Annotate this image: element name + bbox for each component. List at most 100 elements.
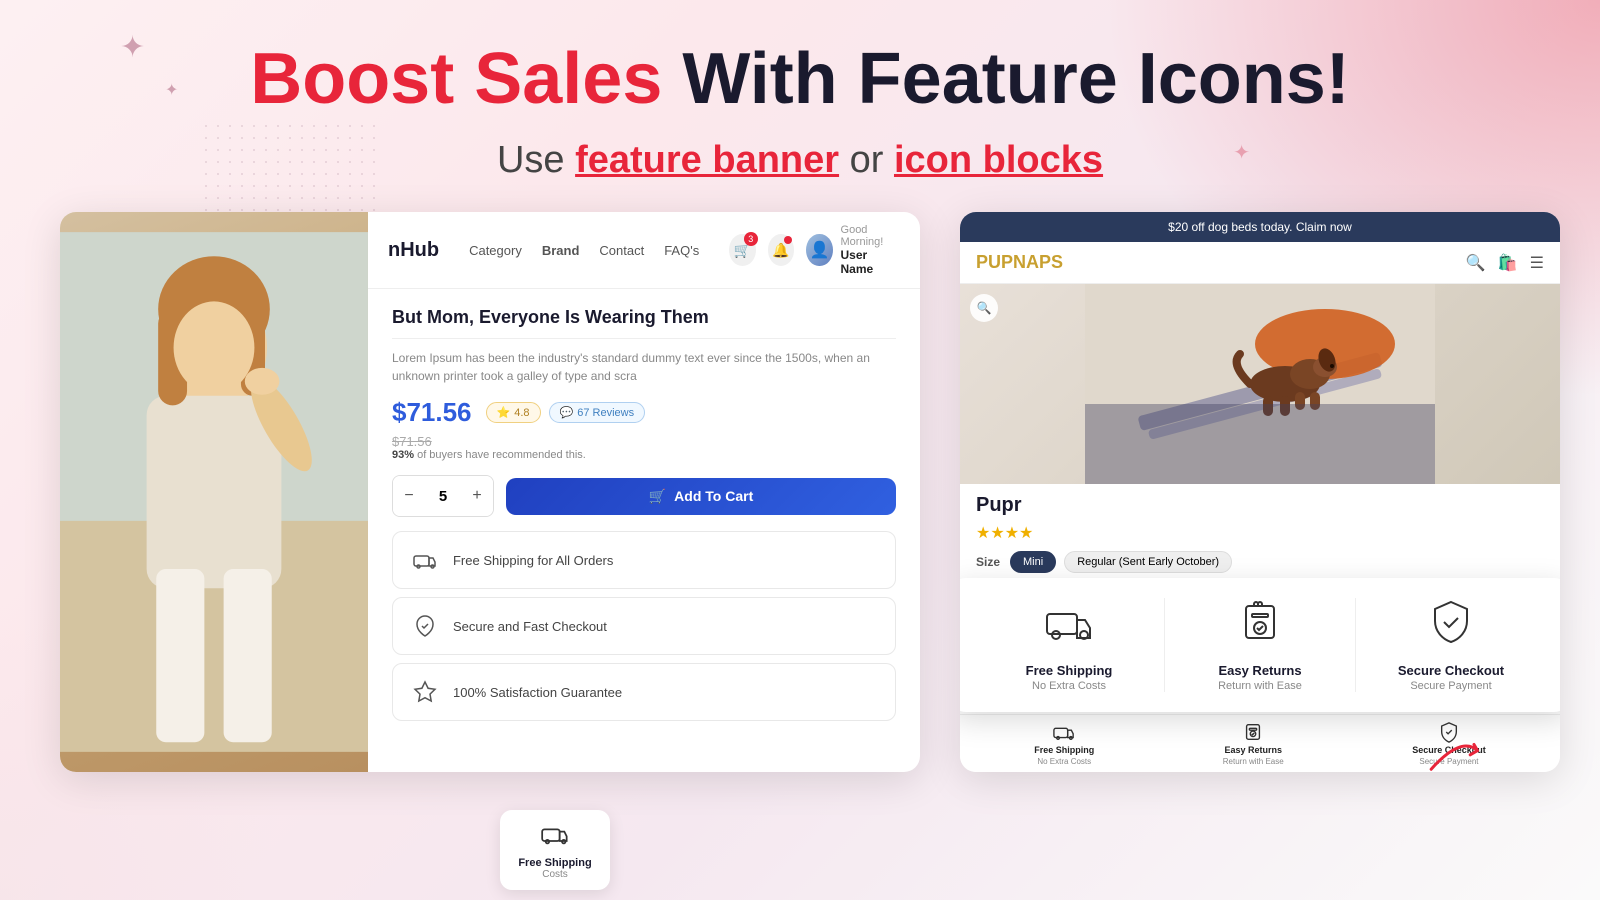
product-description: Lorem Ipsum has been the industry's stan… bbox=[392, 349, 896, 385]
feature-guarantee: 100% Satisfaction Guarantee bbox=[392, 663, 896, 721]
mockup-navbar: nHub Category Brand Contact FAQ's 🛒 3 🔔 bbox=[368, 212, 920, 289]
nav-brand[interactable]: Brand bbox=[542, 243, 580, 258]
bottom-shipping: Free Shipping No Extra Costs bbox=[1034, 721, 1094, 766]
nav-faqs[interactable]: FAQ's bbox=[664, 243, 699, 258]
title-dark: With Feature Icons! bbox=[682, 39, 1349, 119]
shipping-icon bbox=[407, 542, 443, 578]
subtitle: Use feature banner or icon blocks bbox=[0, 139, 1600, 182]
cart-button[interactable]: 🛒 3 bbox=[729, 234, 756, 266]
quantity-control: − 5 + bbox=[392, 475, 494, 517]
pupnaps-rating-stars: ★★★★ bbox=[976, 523, 1544, 543]
zoom-button[interactable]: 🔍 bbox=[970, 294, 998, 322]
chat-icon: 💬 bbox=[560, 406, 574, 419]
bottom-block-shipping: Free Shipping Costs bbox=[500, 810, 610, 890]
size-mini-button[interactable]: Mini bbox=[1010, 551, 1056, 573]
product-image bbox=[60, 212, 368, 772]
secure-big-icon bbox=[1427, 598, 1475, 655]
bottom-returns-sub: Return with Ease bbox=[1223, 757, 1284, 766]
feature-icon-block: Free Shipping No Extra Costs Easy Return… bbox=[960, 578, 1560, 712]
shipping-text: Free Shipping for All Orders bbox=[453, 553, 613, 568]
user-info: Good Morning! User Name bbox=[841, 224, 900, 276]
qty-cart-row: − 5 + 🛒 Add To Cart bbox=[392, 475, 896, 517]
product-detail-side: nHub Category Brand Contact FAQ's 🛒 3 🔔 bbox=[368, 212, 920, 772]
size-section: Size Mini Regular (Sent Early October) bbox=[976, 551, 1544, 573]
qty-increase-button[interactable]: + bbox=[461, 476, 493, 516]
product-title: But Mom, Everyone Is Wearing Them bbox=[392, 307, 896, 328]
bottom-block-shipping-title: Free Shipping bbox=[514, 857, 596, 869]
person-image-placeholder bbox=[60, 212, 368, 772]
product-divider bbox=[392, 338, 896, 339]
checkout-text: Secure and Fast Checkout bbox=[453, 619, 607, 634]
nav-category[interactable]: Category bbox=[469, 243, 522, 258]
price-badges: ⭐ 4.8 💬 67 Reviews bbox=[486, 402, 646, 423]
user-avatar: 👤 bbox=[806, 234, 832, 266]
header-section: Boost Sales With Feature Icons! Use feat… bbox=[0, 0, 1600, 212]
size-regular-button[interactable]: Regular (Sent Early October) bbox=[1064, 551, 1232, 573]
feature-col-returns: Easy Returns Return with Ease bbox=[1164, 598, 1355, 692]
returns-title: Easy Returns bbox=[1218, 663, 1301, 678]
notification-dot bbox=[784, 236, 792, 244]
dog-image bbox=[960, 284, 1560, 484]
size-label: Size bbox=[976, 555, 1000, 569]
cart-badge: 3 bbox=[744, 232, 758, 246]
pupnaps-nav-icons: 🔍 🛍️ ☰ bbox=[1466, 253, 1544, 273]
notification-bell[interactable]: 🔔 bbox=[768, 234, 795, 266]
content-area: nHub Category Brand Contact FAQ's 🛒 3 🔔 bbox=[0, 212, 1600, 772]
right-mockup: $20 off dog beds today. Claim now PUPNAP… bbox=[960, 212, 1560, 772]
qty-value: 5 bbox=[425, 476, 461, 516]
shipping-big-icon bbox=[1045, 598, 1093, 655]
pupnaps-nav: PUPNAPS 🔍 🛍️ ☰ bbox=[960, 242, 1560, 284]
bottom-shipping-sub: No Extra Costs bbox=[1037, 757, 1091, 766]
star-icon: ⭐ bbox=[497, 406, 511, 419]
pupnaps-product-image: 🔍 bbox=[960, 284, 1560, 484]
rating-badge: ⭐ 4.8 bbox=[486, 402, 541, 423]
review-badge: 💬 67 Reviews bbox=[549, 402, 646, 423]
returns-sub: Return with Ease bbox=[1218, 680, 1302, 692]
returns-big-icon bbox=[1236, 598, 1284, 655]
recommend-text: 93% of buyers have recommended this. bbox=[392, 449, 896, 461]
user-profile[interactable]: 👤 Good Morning! User Name bbox=[806, 224, 900, 276]
pupnaps-logo: PUPNAPS bbox=[976, 252, 1466, 273]
old-price: $71.56 bbox=[392, 434, 896, 449]
feature-col-shipping: Free Shipping No Extra Costs bbox=[974, 598, 1164, 692]
nav-links: Category Brand Contact FAQ's bbox=[469, 243, 699, 258]
guarantee-icon bbox=[407, 674, 443, 710]
main-title: Boost Sales With Feature Icons! bbox=[0, 40, 1600, 119]
current-price: $71.56 bbox=[392, 397, 472, 428]
menu-icon[interactable]: ☰ bbox=[1530, 253, 1544, 273]
user-greeting: Good Morning! bbox=[841, 224, 900, 248]
checkout-icon bbox=[407, 608, 443, 644]
cart-icon: 🛒 bbox=[649, 488, 666, 505]
feature-checkout: Secure and Fast Checkout bbox=[392, 597, 896, 655]
bottom-returns: Easy Returns Return with Ease bbox=[1223, 721, 1284, 766]
size-options: Mini Regular (Sent Early October) bbox=[1010, 551, 1232, 573]
bottom-block-shipping-sub: Costs bbox=[514, 869, 596, 880]
secure-title: Secure Checkout bbox=[1398, 663, 1504, 678]
secure-sub: Secure Payment bbox=[1410, 680, 1491, 692]
user-name: User Name bbox=[841, 248, 900, 276]
bottom-returns-title: Easy Returns bbox=[1224, 745, 1282, 755]
promo-bar[interactable]: $20 off dog beds today. Claim now bbox=[960, 212, 1560, 242]
feature-col-secure: Secure Checkout Secure Payment bbox=[1355, 598, 1546, 692]
bottom-shipping-icon bbox=[514, 820, 596, 854]
nav-contact[interactable]: Contact bbox=[599, 243, 644, 258]
left-mockup: nHub Category Brand Contact FAQ's 🛒 3 🔔 bbox=[60, 212, 920, 772]
search-icon[interactable]: 🔍 bbox=[1466, 253, 1486, 273]
product-content: But Mom, Everyone Is Wearing Them Lorem … bbox=[368, 289, 920, 772]
shipping-sub: No Extra Costs bbox=[1032, 680, 1106, 692]
feature-shipping: Free Shipping for All Orders bbox=[392, 531, 896, 589]
add-to-cart-button[interactable]: 🛒 Add To Cart bbox=[506, 478, 896, 515]
pupnaps-product-title: Puprnaps Dog Ramp bbox=[976, 494, 1544, 517]
price-row: $71.56 ⭐ 4.8 💬 67 Reviews bbox=[392, 397, 896, 428]
nav-actions: 🛒 3 🔔 👤 Good Morning! User Name bbox=[729, 224, 900, 276]
feature-banner-link[interactable]: feature banner bbox=[575, 139, 839, 181]
bag-icon[interactable]: 🛍️ bbox=[1498, 253, 1518, 273]
qty-decrease-button[interactable]: − bbox=[393, 476, 425, 516]
guarantee-text: 100% Satisfaction Guarantee bbox=[453, 685, 622, 700]
bottom-feature-blocks: Free Shipping Costs bbox=[500, 810, 610, 890]
bottom-shipping-title: Free Shipping bbox=[1034, 745, 1094, 755]
title-highlight: Boost Sales bbox=[250, 39, 662, 119]
icon-blocks-link[interactable]: icon blocks bbox=[894, 139, 1103, 181]
nav-logo: nHub bbox=[388, 239, 439, 262]
shipping-title: Free Shipping bbox=[1026, 663, 1113, 678]
